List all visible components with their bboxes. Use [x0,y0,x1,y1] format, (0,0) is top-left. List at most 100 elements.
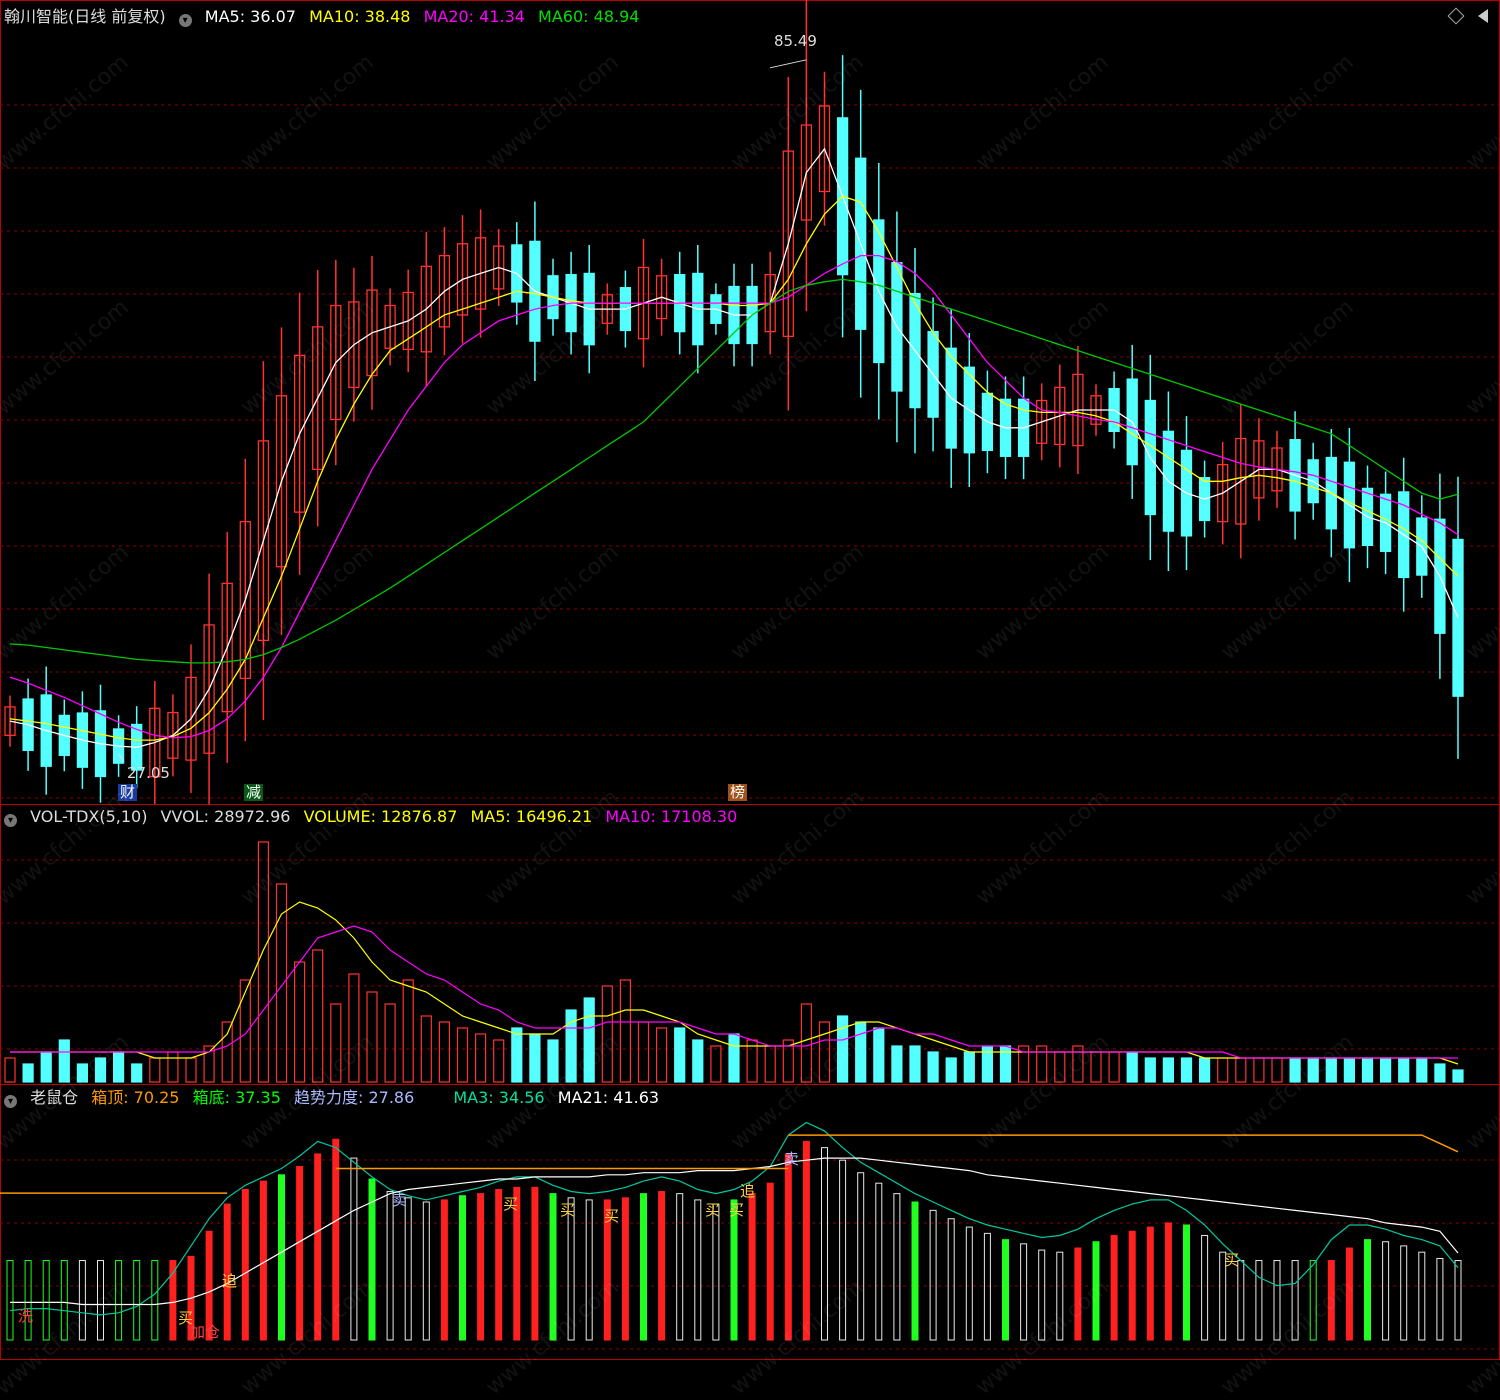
volume-bar [764,1045,776,1083]
chart-canvas[interactable] [0,0,1500,1360]
signal-buy-7: 买 [1224,1251,1240,1269]
force-bar [1038,1249,1046,1341]
volume-pane-header: ▾ VOL-TDX(5,10) VVOL: 28972.96 VOLUME: 1… [4,806,745,828]
volume-bar [1379,1057,1392,1083]
force-bar [1291,1260,1299,1341]
force-bar [350,1157,358,1341]
force-bar [658,1191,666,1341]
vvol-legend: VVOL: 28972.96 [160,807,291,826]
force-bar [278,1174,285,1341]
volume-bar [529,1033,541,1083]
volume-bar [909,1045,921,1083]
force-bar [531,1186,539,1341]
force-bar [1327,1260,1335,1341]
force-bar [893,1193,901,1341]
volume-bar [40,1051,52,1083]
volume-legend: VOLUME: 12876.87 [303,807,458,826]
volume-bar [619,979,632,1083]
volume-bar [1416,1057,1428,1083]
force-bar [549,1193,557,1341]
force-bar [60,1260,68,1341]
volume-bar [239,979,251,1083]
volume-bar [674,1027,686,1083]
volume-bar [1235,1057,1247,1083]
force-bar [332,1138,340,1341]
force-bar [1164,1222,1172,1341]
ma10-legend: MA10: 38.48 [309,7,411,26]
force-bar [1436,1257,1444,1341]
event-tag-reduce[interactable]: 减 [244,784,264,801]
force-bar [42,1260,50,1341]
force-bar [567,1197,575,1341]
volume-bar [927,1051,939,1083]
volume-bar [1054,1051,1066,1083]
volume-bar [511,1027,523,1083]
box-top-legend: 箱顶: 70.25 [91,1088,180,1107]
signal-buy-6: 买 [729,1201,745,1219]
ma5-legend: MA5: 36.07 [204,7,296,26]
volume-bar [692,1039,704,1083]
volume-bar [402,979,414,1083]
force-bar [133,1260,141,1341]
volume-bar [1090,1051,1102,1083]
volume-bar [1253,1057,1265,1083]
force-bar [1092,1241,1100,1341]
force-bar [1364,1239,1371,1341]
force-bar [802,1140,810,1341]
volume-bar [312,949,324,1083]
dropdown-icon[interactable]: ▾ [4,814,17,827]
volume-bar [637,1021,650,1083]
volume-bar [1325,1057,1337,1083]
force-bar [1273,1260,1281,1341]
force-bar [911,1201,919,1341]
force-bar [965,1226,973,1341]
ma3-legend: MA3: 34.56 [453,1088,545,1107]
force-bar [947,1218,955,1341]
force-bar [1074,1247,1082,1341]
force-bar [6,1260,14,1341]
volume-bar [1126,1051,1138,1083]
force-bar [1201,1234,1209,1341]
volume-indicator-name[interactable]: VOL-TDX(5,10) [30,807,147,826]
event-tag-list[interactable]: 榜 [728,784,748,801]
volume-bar [185,1057,197,1083]
event-tag-financial[interactable]: 财 [118,784,138,801]
volume-bar [493,1039,505,1083]
force-bar [784,1153,792,1341]
signal-sell-1: 卖 [392,1191,408,1209]
force-bar [1309,1260,1317,1341]
force-bar [1128,1230,1136,1341]
volume-bar [945,1057,957,1083]
force-bar [1020,1243,1028,1341]
volume-bar [438,1021,450,1083]
signal-add: 加仓 [190,1323,221,1341]
volume-bar [800,1003,813,1083]
volume-bar [1144,1057,1156,1083]
force-bar [1454,1260,1462,1341]
force-bar [241,1188,249,1341]
volume-bar [1361,1057,1374,1083]
indicator-name[interactable]: 老鼠仓 [30,1088,78,1107]
force-bar [929,1209,937,1341]
force-bar [621,1197,629,1341]
dropdown-icon[interactable]: ▾ [178,14,192,27]
volume-bar [22,1063,34,1083]
force-bar [676,1193,684,1341]
volume-bar [1108,1051,1120,1083]
volume-bar [294,961,306,1083]
force-bar [766,1182,774,1341]
force-bar [1382,1241,1390,1341]
force-bar [24,1260,32,1341]
force-bar [640,1193,647,1341]
volume-bar [112,1051,125,1083]
signal-sell-2: 卖 [784,1150,800,1168]
collapse-arrow-icon[interactable] [1478,9,1488,23]
dropdown-icon[interactable]: ▾ [4,1095,17,1108]
stock-title[interactable]: 翰川智能(日线 前复权) [4,7,166,26]
volume-bar [655,1027,668,1083]
signal-buy-5: 买 [705,1201,721,1219]
volume-bar [1180,1057,1193,1083]
force-bar [440,1199,448,1341]
volume-bar [818,1021,831,1083]
box-top-line-3 [788,1134,1459,1153]
